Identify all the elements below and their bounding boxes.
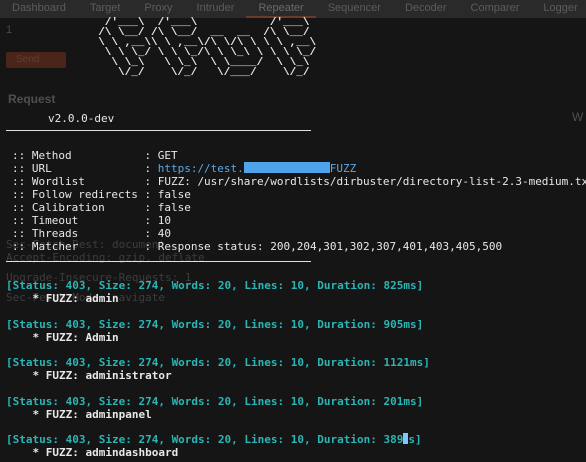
url-suffix: FUZZ (329, 162, 357, 175)
result-status: [Status: 403, Size: 274, Words: 20, Line… (6, 433, 422, 446)
divider (6, 130, 311, 131)
config-value: false (157, 188, 191, 201)
config-value: FUZZ: /usr/share/wordlists/dirbuster/dir… (157, 175, 586, 188)
config-timeout: :: Timeout : 10 (12, 214, 171, 227)
config-wordlist: :: Wordlist : FUZZ: /usr/share/wordlists… (12, 175, 586, 188)
config-value: 40 (157, 227, 171, 240)
config-label: :: URL : (12, 162, 158, 175)
result-status: [Status: 403, Size: 274, Words: 20, Line… (6, 279, 424, 292)
result-status: [Status: 403, Size: 274, Words: 20, Line… (6, 356, 430, 369)
config-label: :: Threads : (12, 227, 158, 240)
config-url: :: URL : https://test. FUZZ (12, 162, 356, 175)
config-calibration: :: Calibration : false (12, 201, 191, 214)
config-label: :: Follow redirects : (12, 188, 158, 201)
config-label: :: Calibration : (12, 201, 158, 214)
result-status-text: s] (408, 433, 422, 446)
result-fuzz: * FUZZ: admin (6, 292, 119, 305)
result-fuzz: * FUZZ: Admin (6, 331, 119, 344)
ffuf-version: v2.0.0-dev (48, 112, 115, 125)
config-value: 10 (157, 214, 171, 227)
config-value: Response status: 200,204,301,302,307,401… (157, 240, 503, 253)
config-method: :: Method : GET (12, 149, 178, 162)
config-value: false (157, 201, 191, 214)
ffuf-ascii-logo: /'___\ /'___\ /'___\ /\ \__/ /\ \__/ __ … (98, 17, 317, 79)
result-status: [Status: 403, Size: 274, Words: 20, Line… (6, 395, 424, 408)
config-label: :: Method : (12, 149, 158, 162)
config-value: GET (157, 149, 178, 162)
divider (6, 261, 311, 262)
result-status-text: [Status: 403, Size: 274, Words: 20, Line… (6, 433, 404, 446)
result-fuzz: * FUZZ: administrator (6, 369, 172, 382)
config-label: :: Wordlist : (12, 175, 158, 188)
redacted-host (243, 162, 330, 173)
result-fuzz: * FUZZ: adminpanel (6, 408, 152, 421)
config-label: :: Timeout : (12, 214, 158, 227)
result-fuzz: * FUZZ: admindashboard (6, 446, 179, 459)
config-label: :: Matcher : (12, 240, 158, 253)
terminal-output: /'___\ /'___\ /'___\ /\ \__/ /\ \__/ __ … (0, 0, 586, 462)
config-threads: :: Threads : 40 (12, 227, 171, 240)
config-matcher: :: Matcher : Response status: 200,204,30… (12, 240, 502, 253)
url-prefix: https://test. (157, 162, 244, 175)
config-follow-redirects: :: Follow redirects : false (12, 188, 191, 201)
result-status: [Status: 403, Size: 274, Words: 20, Line… (6, 318, 424, 331)
